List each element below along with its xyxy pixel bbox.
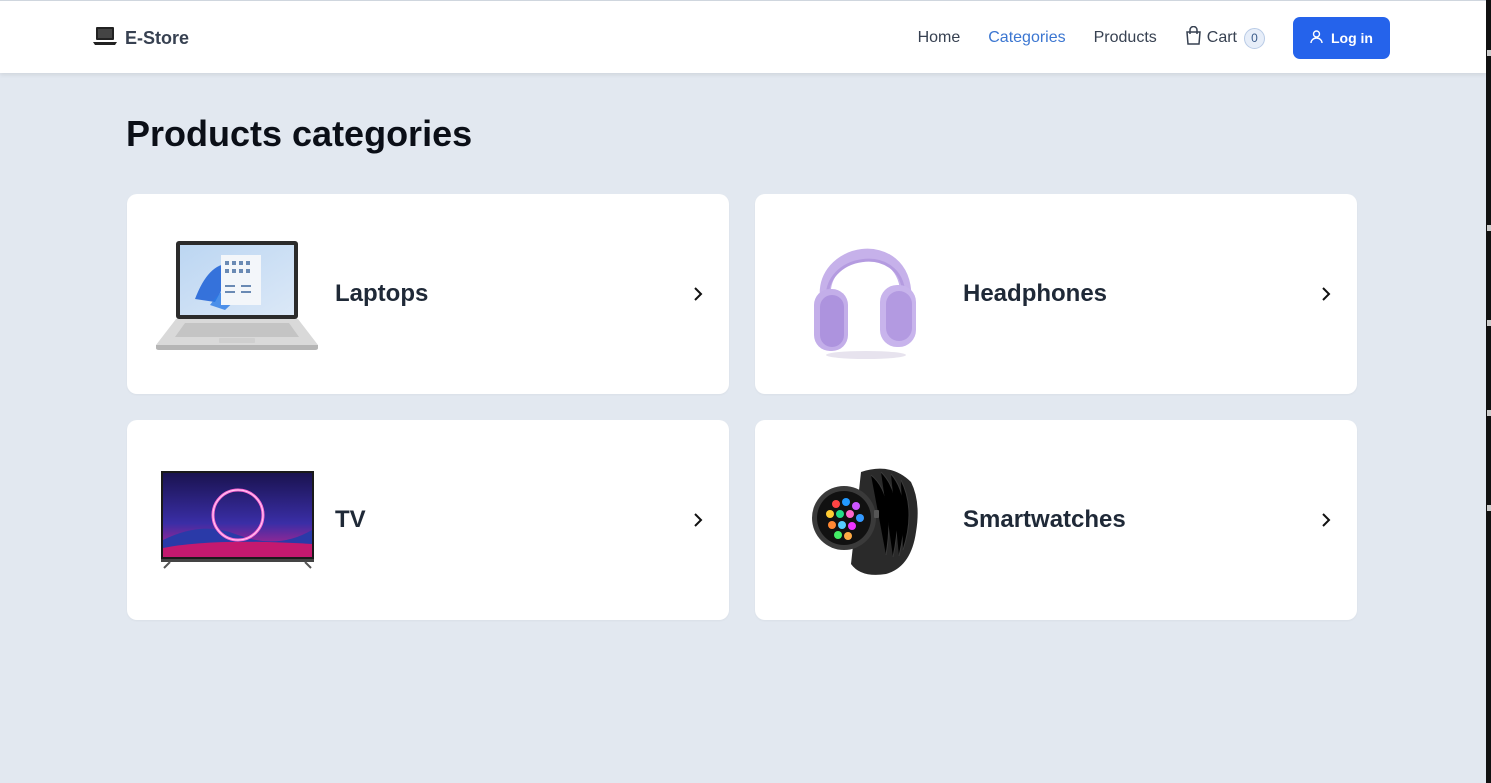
user-icon: [1310, 29, 1323, 47]
cart-label: Cart: [1206, 29, 1237, 46]
chevron-right-icon: [694, 287, 703, 301]
category-label: Headphones: [963, 280, 1108, 307]
login-button[interactable]: Log in: [1293, 17, 1390, 59]
smartwatch-image: [773, 450, 958, 590]
headphones-image: [773, 224, 958, 364]
tv-image: [145, 450, 330, 590]
category-label: Laptops: [335, 280, 429, 307]
laptop-icon: [93, 26, 117, 51]
brand-link[interactable]: E-Store: [93, 25, 189, 51]
category-card-headphones[interactable]: Headphones: [755, 194, 1357, 394]
nav-categories[interactable]: Categories: [988, 29, 1065, 47]
chevron-right-icon: [1322, 287, 1331, 301]
chevron-right-icon: [1322, 513, 1331, 527]
chevron-right-icon: [694, 513, 703, 527]
category-card-smartwatches[interactable]: Smartwatches: [755, 420, 1357, 620]
shopping-bag-icon: [1185, 25, 1202, 50]
category-label: Smartwatches: [963, 506, 1126, 533]
page-title: Products categories: [126, 113, 473, 154]
category-card-laptops[interactable]: Laptops: [127, 194, 729, 394]
category-card-tv[interactable]: TV: [127, 420, 729, 620]
cart-count-badge: 0: [1244, 27, 1265, 49]
nav-home[interactable]: Home: [918, 29, 961, 47]
login-label: Log in: [1331, 30, 1373, 46]
main-nav: Home Categories Products Cart 0 Log in: [918, 17, 1390, 59]
categories-grid: Laptops Headphones TV Smartwatches: [127, 194, 1357, 620]
cart-link[interactable]: Cart 0: [1185, 25, 1265, 50]
top-navbar: E-Store Home Categories Products Cart 0: [0, 0, 1486, 73]
laptop-image: [145, 224, 330, 364]
brand-name: E-Store: [125, 27, 190, 48]
category-label: TV: [335, 506, 366, 533]
nav-products[interactable]: Products: [1094, 29, 1157, 47]
window-edge: [1486, 0, 1491, 783]
